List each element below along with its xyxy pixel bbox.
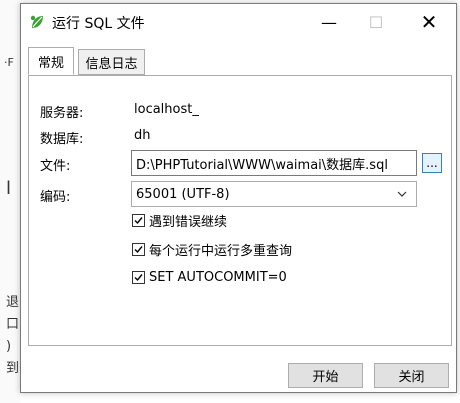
background-fragment: 退 xyxy=(6,295,20,310)
background-fragment: 口 xyxy=(6,317,20,332)
server-label: 服务器: xyxy=(40,106,84,121)
database-label: 数据库: xyxy=(40,132,84,147)
close-window-button[interactable]: ✕ xyxy=(406,4,452,40)
window-title: 运行 SQL 文件 xyxy=(52,16,145,32)
database-value: dh xyxy=(134,128,151,143)
checkmark-icon xyxy=(134,216,143,224)
maximize-button[interactable]: ☐ xyxy=(353,4,399,40)
autocommit-option[interactable]: SET AUTOCOMMIT=0 xyxy=(132,268,287,286)
multiple-queries-label: 每个运行中运行多重查询 xyxy=(149,243,293,259)
background-fragment: l xyxy=(6,178,12,199)
start-button[interactable]: 开始 xyxy=(288,363,363,388)
encoding-label: 编码: xyxy=(40,190,71,205)
file-label: 文件: xyxy=(40,159,71,174)
close-button[interactable]: 关闭 xyxy=(374,363,449,388)
checkmark-icon xyxy=(134,273,143,281)
chevron-down-icon xyxy=(397,191,407,197)
checkbox-autocommit[interactable] xyxy=(132,270,145,284)
multiple-queries-option[interactable]: 每个运行中运行多重查询 xyxy=(132,240,293,259)
tab-general[interactable]: 常规 xyxy=(28,47,74,75)
continue-on-error-label: 遇到错误继续 xyxy=(149,214,228,230)
file-path-field[interactable]: D:\PHPTutorial\WWW\waimai\数据库.sql xyxy=(131,150,417,176)
encoding-select[interactable]: 65001 (UTF-8) xyxy=(131,181,417,207)
checkmark-icon xyxy=(134,245,143,253)
autocommit-label: SET AUTOCOMMIT=0 xyxy=(149,269,287,285)
general-panel xyxy=(28,75,452,346)
tab-message-log[interactable]: 信息日志 xyxy=(78,49,145,75)
checkbox-continue-on-error[interactable] xyxy=(132,213,145,227)
checkbox-multiple-queries[interactable] xyxy=(132,242,145,256)
minimize-button[interactable]: — xyxy=(306,4,352,40)
continue-on-error-option[interactable]: 遇到错误继续 xyxy=(132,211,228,230)
run-sql-file-dialog: 运行 SQL 文件 — ☐ ✕ 常规 信息日志 服务器: localhost_ … xyxy=(20,3,457,393)
server-value: localhost_ xyxy=(134,102,199,117)
background-fragment: ) xyxy=(6,339,12,354)
encoding-selected-value: 65001 (UTF-8) xyxy=(136,186,230,202)
browse-file-button[interactable]: ... xyxy=(422,153,442,173)
background-fragment: 到 xyxy=(6,361,20,376)
navicat-leaf-icon xyxy=(30,15,43,28)
background-fragment: ·F xyxy=(4,56,14,69)
title-bar[interactable]: 运行 SQL 文件 — ☐ ✕ xyxy=(21,4,456,40)
